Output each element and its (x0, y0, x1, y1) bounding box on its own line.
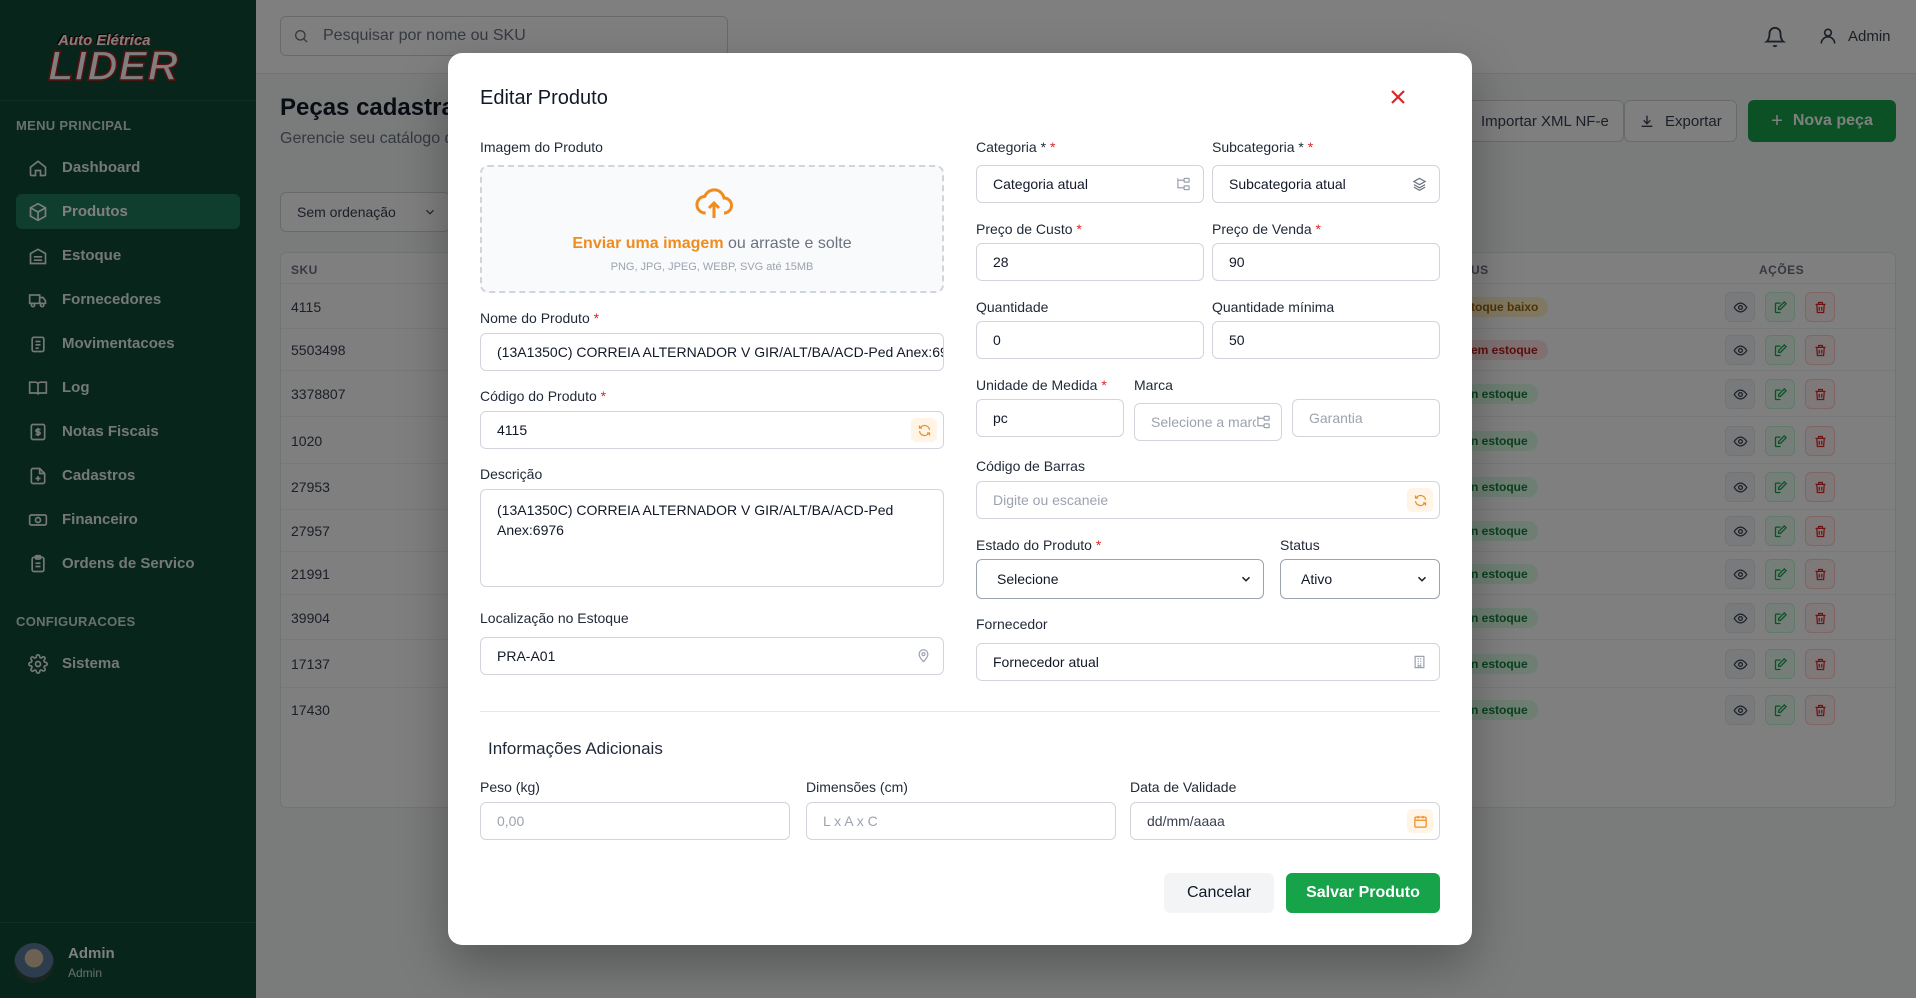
cost-price-input[interactable]: 28 (976, 243, 1204, 281)
description-textarea[interactable]: (13A1350C) CORREIA ALTERNADOR V GIR/ALT/… (480, 489, 944, 587)
scan-barcode-button[interactable] (1407, 488, 1433, 512)
weight-label: Peso (kg) (480, 779, 540, 795)
chevron-down-icon (1417, 576, 1427, 582)
barcode-label: Código de Barras (976, 458, 1085, 474)
upload-link[interactable]: Enviar uma imagem (572, 235, 723, 252)
modal-title: Editar Produto (480, 87, 608, 109)
layers-icon (1412, 177, 1427, 191)
dimensions-label: Dimensões (cm) (806, 779, 908, 795)
unit-input[interactable]: pc (976, 399, 1124, 437)
additional-info-title: Informações Adicionais (488, 739, 663, 758)
calendar-button[interactable] (1407, 809, 1433, 833)
upload-text: Enviar uma imagem ou arraste e solte (482, 235, 942, 253)
sale-price-input[interactable]: 90 (1212, 243, 1440, 281)
weight-input[interactable]: 0,00 (480, 802, 790, 840)
status-label: Status (1280, 537, 1320, 553)
subcategory-label: Subcategoria * * (1212, 139, 1314, 155)
cost-label: Preço de Custo * (976, 221, 1082, 237)
code-label: Código do Produto * (480, 388, 607, 404)
upload-rest: ou arraste e solte (723, 235, 852, 252)
state-select[interactable]: Selecione (976, 559, 1264, 599)
save-product-button[interactable]: Salvar Produto (1286, 873, 1440, 913)
category-select[interactable]: Categoria atual (976, 165, 1204, 203)
refresh-icon (918, 424, 930, 436)
quantity-label: Quantidade (976, 299, 1049, 315)
description-label: Descrição (480, 466, 543, 482)
brand-select[interactable]: Selecione a marca (1134, 403, 1282, 441)
subcategory-select[interactable]: Subcategoria atual (1212, 165, 1440, 203)
brand-label: Marca (1134, 377, 1173, 393)
image-dropzone[interactable]: Enviar uma imagem ou arraste e solte PNG… (480, 165, 944, 293)
min-quantity-input[interactable]: 50 (1212, 321, 1440, 359)
warranty-input[interactable]: Garantia (1292, 399, 1440, 437)
refresh-icon (1414, 494, 1426, 506)
dimensions-input[interactable]: L x A x C (806, 802, 1116, 840)
quantity-input[interactable]: 0 (976, 321, 1204, 359)
location-label: Localização no Estoque (480, 610, 629, 626)
building-icon (1414, 655, 1425, 669)
close-icon[interactable] (1386, 85, 1410, 109)
barcode-input[interactable]: Digite ou escaneie (976, 481, 1440, 519)
section-divider (480, 711, 1440, 712)
supplier-label: Fornecedor (976, 616, 1048, 632)
location-input[interactable]: PRA-A01 (480, 637, 944, 675)
calendar-icon (1413, 815, 1427, 828)
state-label: Estado do Produto * (976, 537, 1102, 553)
folder-tree-icon (1177, 177, 1190, 191)
product-name-input[interactable]: (13A1350C) CORREIA ALTERNADOR V GIR/ALT/… (480, 333, 944, 371)
sale-label: Preço de Venda * (1212, 221, 1321, 237)
folder-tree-icon (1256, 414, 1271, 430)
unit-label: Unidade de Medida * (976, 377, 1107, 393)
upload-hint: PNG, JPG, JPEG, WEBP, SVG até 15MB (610, 261, 814, 273)
product-code-input[interactable]: 4115 (480, 411, 944, 449)
image-label: Imagem do Produto (480, 139, 603, 155)
map-pin-icon (918, 649, 929, 663)
status-select[interactable]: Ativo (1280, 559, 1440, 599)
regenerate-code-button[interactable] (911, 418, 937, 442)
category-label: Categoria * * (976, 139, 1056, 155)
cloud-upload-icon (695, 188, 733, 218)
chevron-down-icon (1241, 576, 1251, 582)
cancel-button[interactable]: Cancelar (1164, 873, 1274, 913)
edit-product-modal: Editar Produto Imagem do Produto Enviar … (448, 53, 1472, 945)
name-label: Nome do Produto * (480, 310, 600, 326)
supplier-select[interactable]: Fornecedor atual (976, 643, 1440, 681)
min-quantity-label: Quantidade mínima (1212, 299, 1335, 315)
expiry-label: Data de Validade (1130, 779, 1237, 795)
expiry-date-input[interactable]: dd/mm/aaaa (1130, 802, 1440, 840)
